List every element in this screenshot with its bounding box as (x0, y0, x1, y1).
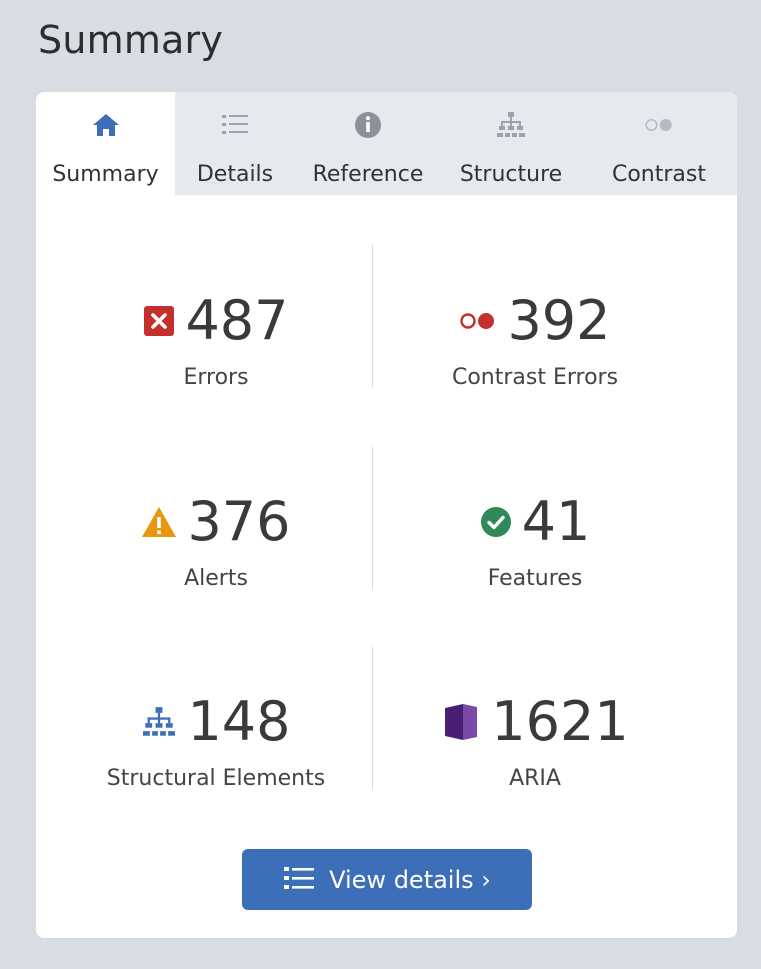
summary-app: Summary Summary Details Reference Struct… (0, 0, 761, 969)
view-details-label: View details › (329, 865, 491, 894)
tab-label: Structure (459, 162, 563, 187)
contrast-error-icon (459, 311, 497, 331)
contrast-icon (644, 110, 674, 140)
view-details-button[interactable]: View details › (242, 849, 532, 910)
list-icon (283, 864, 315, 896)
tab-summary[interactable]: Summary (36, 92, 175, 195)
divider (372, 447, 373, 589)
aria-label: ARIA (509, 766, 561, 791)
check-icon (480, 506, 512, 538)
structural-elements-stat[interactable]: 148 Structural Elements (66, 690, 366, 792)
info-icon (353, 110, 383, 140)
divider (372, 245, 373, 387)
page-title: Summary (38, 18, 224, 62)
features-stat[interactable]: 41 Features (385, 492, 685, 591)
tab-label: Reference (312, 162, 424, 187)
tab-contrast[interactable]: Contrast (581, 92, 737, 195)
alerts-count: 376 (187, 490, 291, 553)
summary-panel: Summary Details Reference Structure Cont… (36, 92, 737, 938)
tab-bar: Summary Details Reference Structure Cont… (36, 92, 737, 195)
alert-icon (141, 506, 177, 538)
aria-count: 1621 (491, 690, 629, 753)
features-label: Features (487, 566, 583, 591)
aria-icon (441, 702, 481, 742)
contrast-errors-stat[interactable]: 392 Contrast Errors (385, 289, 685, 391)
hierarchy-icon (496, 110, 526, 140)
tab-label: Details (196, 162, 274, 187)
error-icon (143, 305, 175, 337)
aria-stat[interactable]: 1621 ARIA (385, 692, 685, 791)
features-count: 41 (521, 490, 591, 553)
errors-count: 487 (185, 289, 289, 352)
errors-stat[interactable]: 487 Errors (66, 291, 366, 390)
tab-details[interactable]: Details (175, 92, 295, 195)
structural-elements-count: 148 (187, 690, 291, 753)
alerts-stat[interactable]: 376 Alerts (66, 492, 366, 591)
tab-structure[interactable]: Structure (441, 92, 581, 195)
tab-label: Summary (52, 162, 159, 187)
alerts-label: Alerts (184, 566, 248, 591)
divider (372, 647, 373, 789)
errors-label: Errors (183, 365, 249, 390)
tab-reference[interactable]: Reference (295, 92, 441, 195)
home-icon (91, 110, 121, 140)
tab-label: Contrast (611, 162, 706, 187)
list-icon (220, 110, 250, 140)
structural-elements-label: Structural Elements (106, 766, 326, 791)
structure-icon (141, 706, 177, 738)
contrast-errors-count: 392 (507, 289, 611, 352)
contrast-errors-label: Contrast Errors (451, 365, 619, 390)
